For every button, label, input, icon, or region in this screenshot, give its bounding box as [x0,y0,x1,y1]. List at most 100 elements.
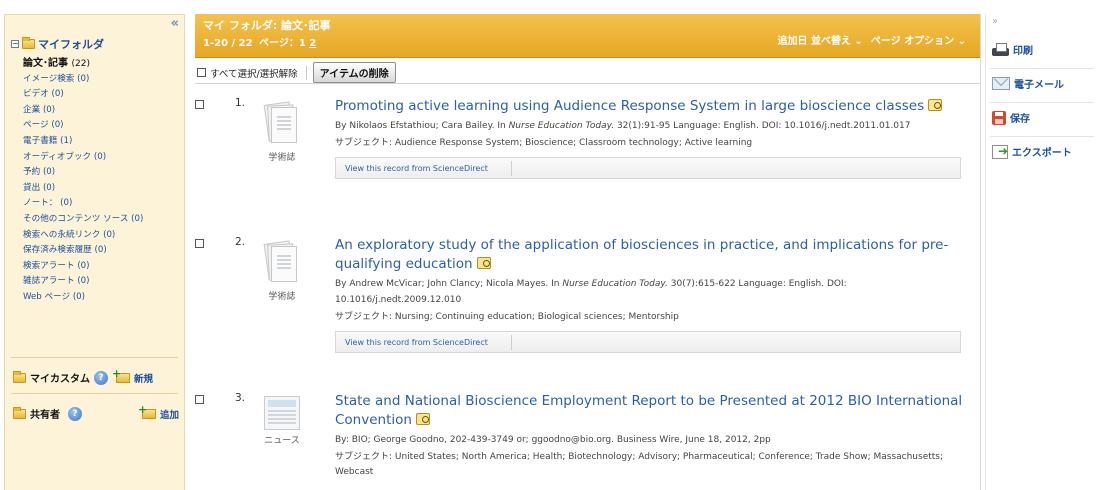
print-label: 印刷 [1013,46,1033,57]
email-label: 電子メール [1014,80,1064,91]
result-citation: By Andrew McVicar; John Clancy; Nicola M… [335,279,847,305]
folder-sidebar: « − マイフォルダ 論文･記事 (22) イメージ検索 (0) ビデオ (0)… [4,14,185,490]
result-item: 2. 学術誌 An exploratory study of the appli… [195,236,980,371]
collapse-tree-icon[interactable]: − [11,40,19,48]
result-body: State and National Bioscience Employment… [335,392,965,480]
preview-icon[interactable] [415,413,430,425]
page-label: ページ：1 [259,38,306,49]
category-audiobooks[interactable]: オーディオブック (0) [23,150,143,166]
save-icon [992,110,1006,125]
result-item: 1. 学術誌 Promoting active learning using A… [195,97,980,215]
delete-items-button[interactable]: アイテムの削除 [312,62,396,83]
result-citation: By: BIO; George Goodno, 202-439-3749 or;… [335,435,771,445]
result-title-link[interactable]: An exploratory study of the application … [335,237,948,272]
results-toolbar: すべて選択/選択解除 アイテムの削除 [195,62,980,84]
category-search-alerts[interactable]: 検索アラート (0) [23,259,143,275]
result-checkbox[interactable] [195,100,204,109]
toolbar-divider [305,65,307,80]
view-record-link[interactable]: View this record from ScienceDirect [345,164,488,173]
result-body: An exploratory study of the application … [335,236,965,353]
page-options-dropdown[interactable]: ページ オプション ⌄ [871,32,966,47]
academic-journal-icon [263,240,300,286]
chevron-down-icon: ⌄ [957,36,966,47]
help-icon[interactable]: ? [94,370,108,385]
category-reservations[interactable]: 予約 (0) [23,165,143,181]
result-access-bar: View this record from ScienceDirect [335,331,961,353]
result-access-bar: View this record from ScienceDirect [335,157,961,179]
category-persistent-links[interactable]: 検索への永続リンク (0) [23,228,143,244]
page-2-link[interactable]: 2 [309,38,316,49]
print-tool[interactable]: 印刷 [992,42,1092,57]
folder-category-list: 論文･記事 (22) イメージ検索 (0) ビデオ (0) 企業 (0) ページ… [23,56,143,306]
category-saved-searches[interactable]: 保存済み検索履歴 (0) [23,243,143,259]
tools-panel: » 印刷 電子メール 保存 エクスポート [985,14,1097,490]
header-options: 追加日 並べ替え ⌄ ページ オプション ⌄ [777,32,966,47]
collapse-sidebar-icon[interactable]: « [171,16,179,31]
shared-section: 共有者 ? 追加 [13,403,179,421]
news-icon [264,396,300,430]
category-ebooks[interactable]: 電子書籍 (1) [23,134,143,150]
category-web-pages[interactable]: Web ページ (0) [23,290,143,306]
export-label: エクスポート [1012,148,1072,159]
result-type-thumb[interactable]: 学術誌 [261,240,303,302]
result-subjects: サブジェクト: Audience Response System; Biosci… [335,138,753,148]
folder-icon [22,37,35,49]
add-shared-link[interactable]: 追加 [160,407,179,421]
category-journal-alerts[interactable]: 雑誌アラート (0) [23,274,143,290]
result-range: 1-20 / 22 [203,38,253,49]
result-item: 3. ニュース State and National Bioscience Em… [195,392,980,490]
expand-tools-icon[interactable]: » [992,16,998,27]
add-folder-icon[interactable] [138,403,156,419]
shared-label: 共有者 [30,410,60,421]
select-all-label[interactable]: すべて選択/選択解除 [210,66,298,80]
result-subjects: サブジェクト: United States; North America; He… [335,452,944,477]
result-type-label: ニュース [264,436,300,446]
new-folder-icon[interactable] [112,367,130,383]
category-companies[interactable]: 企業 (0) [23,103,143,119]
result-type-thumb[interactable]: 学術誌 [261,101,303,163]
sidebar-divider [11,357,178,358]
result-number: 1. [235,97,246,109]
save-label: 保存 [1010,114,1030,125]
result-citation: By Nikolaos Efstathiou; Cara Bailey. In … [335,121,911,131]
export-tool[interactable]: エクスポート [992,144,1092,159]
preview-icon[interactable] [928,99,943,111]
folder-header-bar: マイ フォルダ: 論文･記事 1-20 / 22 ページ：1 2 追加日 並べ替… [195,14,980,58]
my-folder-header: − マイフォルダ [11,36,104,52]
printer-icon [992,42,1009,57]
result-title-link[interactable]: Promoting active learning using Audience… [335,98,924,114]
my-custom-label: マイカスタム [30,374,90,385]
select-all-checkbox[interactable] [197,68,206,77]
result-type-label: 学術誌 [268,292,296,302]
category-video[interactable]: ビデオ (0) [23,87,143,103]
result-checkbox[interactable] [195,395,204,404]
result-number: 3. [235,392,246,404]
result-checkbox[interactable] [195,239,204,248]
category-articles[interactable]: 論文･記事 (22) [23,56,143,72]
email-icon [992,77,1010,90]
result-body: Promoting active learning using Audience… [335,97,965,179]
sidebar-divider [11,393,178,394]
result-type-thumb[interactable]: ニュース [261,396,303,446]
category-pages[interactable]: ページ (0) [23,118,143,134]
preview-icon[interactable] [476,257,491,269]
chevron-down-icon: ⌄ [854,36,863,47]
category-image-search[interactable]: イメージ検索 (0) [23,72,143,88]
save-tool[interactable]: 保存 [992,110,1092,125]
result-subjects: サブジェクト: Nursing; Continuing education; B… [335,312,679,322]
my-folder-title[interactable]: マイフォルダ [38,36,104,52]
my-custom-section: マイカスタム ? 新規 [13,367,153,385]
folder-icon [13,370,26,383]
main-panel-border [980,14,981,490]
category-notes[interactable]: ノート： (0) [23,196,143,212]
help-icon[interactable]: ? [68,406,82,421]
page-title: マイ フォルダ: 論文･記事 [203,19,331,32]
email-tool[interactable]: 電子メール [992,76,1092,91]
sort-dropdown[interactable]: 追加日 並べ替え ⌄ [777,32,862,47]
category-loans[interactable]: 貸出 (0) [23,181,143,197]
category-other-sources[interactable]: その他のコンテンツ ソース (0) [23,212,143,228]
folder-icon [13,406,26,419]
pagination-info: 1-20 / 22 ページ：1 2 [203,34,316,49]
new-custom-link[interactable]: 新規 [134,371,153,385]
view-record-link[interactable]: View this record from ScienceDirect [345,338,488,347]
